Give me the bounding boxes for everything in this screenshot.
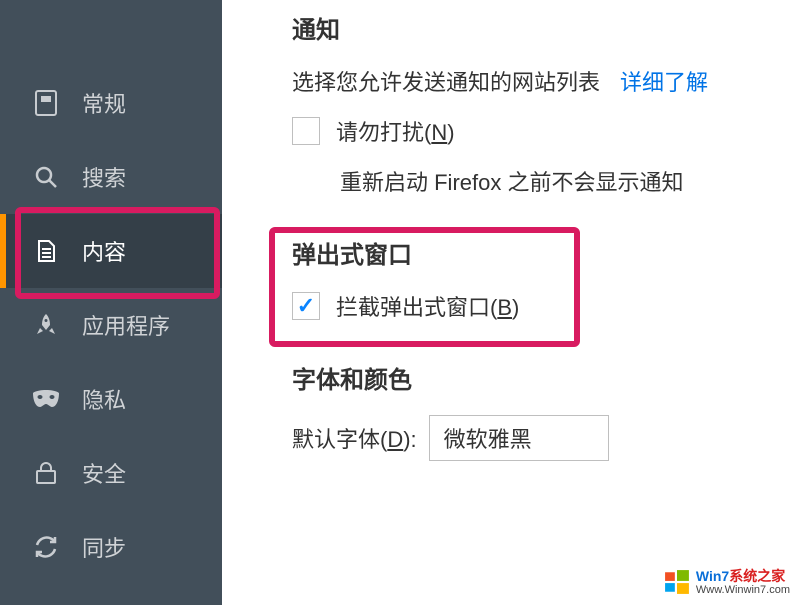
sidebar-item-label: 安全 <box>82 457 126 489</box>
popups-section: 弹出式窗口 拦截弹出式窗口(B) <box>292 235 803 322</box>
rocket-icon <box>30 313 62 337</box>
sidebar-item-label: 常规 <box>82 87 126 119</box>
sidebar-item-content[interactable]: 内容 <box>0 214 222 288</box>
default-font-select[interactable]: 微软雅黑 <box>429 415 609 461</box>
sync-icon <box>30 534 62 560</box>
do-not-disturb-label: 请勿打扰(N) <box>336 115 455 147</box>
sidebar-item-privacy[interactable]: 隐私 <box>0 362 222 436</box>
sidebar-item-sync[interactable]: 同步 <box>0 510 222 584</box>
fonts-heading: 字体和颜色 <box>292 360 803 395</box>
sidebar-item-search[interactable]: 搜索 <box>0 140 222 214</box>
sidebar-item-label: 搜索 <box>82 161 126 193</box>
notifications-section: 通知 选择您允许发送通知的网站列表 详细了解 请勿打扰(N) 重新启动 Fire… <box>292 10 803 197</box>
notifications-heading: 通知 <box>292 10 803 45</box>
watermark: Win7系统之家 Www.Winwin7.com <box>659 566 795 599</box>
settings-content: 通知 选择您允许发送通知的网站列表 详细了解 请勿打扰(N) 重新启动 Fire… <box>222 0 803 605</box>
notifications-description: 选择您允许发送通知的网站列表 <box>292 65 600 97</box>
general-icon <box>30 90 62 116</box>
learn-more-link[interactable]: 详细了解 <box>620 65 708 97</box>
content-icon <box>30 239 62 263</box>
dnd-subtext: 重新启动 Firefox 之前不会显示通知 <box>340 165 803 197</box>
sidebar-item-security[interactable]: 安全 <box>0 436 222 510</box>
sidebar-item-label: 隐私 <box>82 383 126 415</box>
mask-icon <box>30 390 62 408</box>
search-icon <box>30 165 62 189</box>
block-popups-label: 拦截弹出式窗口(B) <box>336 290 519 322</box>
popups-heading: 弹出式窗口 <box>292 235 803 270</box>
windows-icon <box>664 569 690 595</box>
fonts-section: 字体和颜色 默认字体(D): 微软雅黑 <box>292 360 803 461</box>
sidebar-item-applications[interactable]: 应用程序 <box>0 288 222 362</box>
sidebar-item-label: 内容 <box>82 235 126 267</box>
default-font-label: 默认字体(D): <box>292 422 417 454</box>
sidebar-item-label: 应用程序 <box>82 309 170 341</box>
sidebar-item-label: 同步 <box>82 531 126 563</box>
do-not-disturb-checkbox[interactable] <box>292 117 320 145</box>
sidebar-item-general[interactable]: 常规 <box>0 66 222 140</box>
block-popups-checkbox[interactable] <box>292 292 320 320</box>
lock-icon <box>30 461 62 485</box>
settings-sidebar: 常规 搜索 内容 应用程序 隐私 <box>0 0 222 605</box>
